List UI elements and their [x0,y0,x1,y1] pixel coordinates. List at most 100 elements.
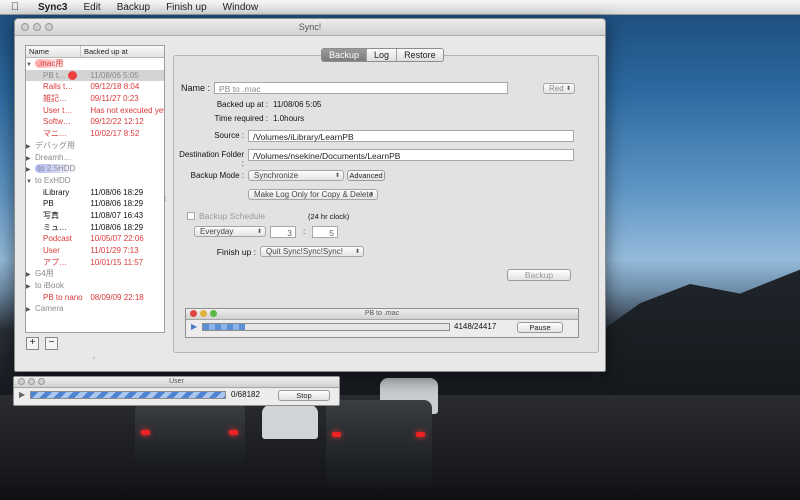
list-item-name: ▶ to 2.5HDD [26,163,164,175]
backup-button[interactable]: Backup [507,269,571,281]
list-item[interactable]: Podcast 10/05/07 22:06 [26,233,164,245]
list-item-date: 11/01/29 7:13 [90,246,139,255]
destination-field[interactable]: /Volumes/nsekine/Documents/LearnPB [248,149,574,161]
list-item-name: Rails t… [26,81,90,93]
list-group-row[interactable]: ▼ .mac用 [26,58,164,70]
tab-restore[interactable]: Restore [397,49,443,61]
list-group-row[interactable]: ▶ デバッグ用 [26,140,164,152]
list-item[interactable]: 写真 11/08/07 16:43 [26,210,164,222]
list-item-name: ▶ Dreamh… [26,152,164,164]
list-item-date: 10/05/07 22:06 [90,234,144,244]
menu-window[interactable]: Window [215,2,267,13]
finish-up-popup[interactable]: Quit Sync!Sync!Sync! ⬍ [260,246,364,257]
apple-menu-icon[interactable]:  [0,1,30,13]
add-item-button[interactable]: + [26,337,39,350]
list-item-label: マニ… [43,129,67,139]
window-titlebar[interactable]: Sync! [15,19,605,36]
list-item[interactable]: アプ… 10/01/15 11:57 [26,257,164,269]
close-progress-icon[interactable] [18,378,25,385]
zoom-progress-icon[interactable] [38,378,45,385]
tail-light [416,432,425,437]
remove-item-button[interactable]: − [45,337,58,350]
list-item[interactable]: 雑記… 09/11/27 0:23 [26,93,164,105]
list-group-row[interactable]: ▶ to iBook [26,280,164,292]
progress-bar [30,391,226,399]
list-item[interactable]: PB 11/08/06 18:29 [26,198,164,210]
menu-edit[interactable]: Edit [75,2,108,13]
disclosure-closed-icon[interactable]: ▶ [26,165,35,175]
schedule-popup[interactable]: Everyday ⬍ [194,226,266,237]
tab-backup[interactable]: Backup [322,49,368,61]
list-item[interactable]: Rails t… 09/12/18 8:04 [26,81,164,93]
column-header-backed-up-at[interactable]: Backed up at [81,46,128,57]
disclosure-closed-icon[interactable]: ▶ [26,270,35,280]
list-item-date: 11/08/06 5:05 [90,70,139,80]
disclosure-closed-icon[interactable]: ▶ [26,305,35,315]
menu-backup[interactable]: Backup [109,2,158,13]
play-icon[interactable]: ▶ [19,390,25,399]
list-item[interactable]: マニ… 10/02/17 8:52 [26,128,164,140]
list-item-name: アプ… [26,257,90,269]
list-item[interactable]: User 11/01/29 7:13 [26,245,164,257]
backup-schedule-label: Backup Schedule [199,211,266,221]
log-option-popup[interactable]: Make Log Only for Copy & Delete ⬍ [248,189,378,200]
progress-titlebar[interactable]: PB to .mac [186,309,578,320]
list-item-name: PB to nano [26,292,90,304]
minimize-progress-icon[interactable] [200,310,207,317]
list-item-label: デバッグ用 [35,140,75,150]
resize-handle-icon[interactable]: ⌟ [92,353,95,360]
list-group-row[interactable]: ▼ to ExHDD [26,175,164,187]
list-item[interactable]: PB t… 11/08/06 5:05 [26,69,164,82]
backup-list[interactable]: Name Backed up at ▼ .mac用 PB t… 11/08/06 5:… [25,45,165,333]
pause-button[interactable]: Pause [517,322,563,333]
menu-finish-up[interactable]: Finish up [158,2,215,13]
minimize-progress-icon[interactable] [28,378,35,385]
name-field[interactable]: PB to .mac [214,82,508,94]
play-icon[interactable]: ▶ [191,322,197,331]
list-group-row[interactable]: ▶ to 2.5HDD [26,163,164,175]
list-item[interactable]: ミュ… 11/08/06 18:29 [26,222,164,234]
list-item[interactable]: PB to nano 08/09/09 22:18 [26,292,164,304]
list-item-label: User t… [43,105,73,115]
hour-field[interactable]: 3 [270,226,296,238]
list-item-name: User [26,245,90,257]
list-item[interactable]: iLibrary 11/08/06 18:29 [26,187,164,199]
disclosure-closed-icon[interactable]: ▶ [26,154,35,164]
progress-titlebar[interactable]: User [14,377,339,388]
clock-label: (24 hr clock) [308,212,350,221]
list-group-row[interactable]: ▶ Dreamh… [26,152,164,164]
window-title: Sync! [298,22,322,32]
list-item-name: ▶ Camera [26,303,164,315]
advanced-button[interactable]: Advanced [347,170,385,181]
progress-title: User [169,378,184,385]
list-group-row[interactable]: ▶ Camera [26,303,164,315]
minimize-window-icon[interactable] [33,23,41,31]
menu-app[interactable]: Sync3 [30,2,75,13]
disclosure-open-icon[interactable]: ▼ [26,60,35,70]
disclosure-open-icon[interactable]: ▼ [26,177,35,187]
popup-arrows-icon: ⬍ [256,229,262,235]
list-item[interactable]: Softw… 09/12/22 12:12 [26,116,164,128]
zoom-window-icon[interactable] [45,23,53,31]
close-window-icon[interactable] [21,23,29,31]
backup-schedule-checkbox[interactable] [187,212,195,220]
list-item-date: 11/08/07 16:43 [90,210,144,220]
tab-log[interactable]: Log [367,49,398,61]
column-header-name[interactable]: Name [26,46,81,57]
disclosure-closed-icon[interactable]: ▶ [26,282,35,292]
disclosure-closed-icon[interactable]: ▶ [26,142,35,152]
list-group-row[interactable]: ▶ G4用 [26,268,164,280]
stop-button[interactable]: Stop [278,390,330,401]
splitter-handle-icon[interactable]: ⁝ [164,195,166,203]
source-field[interactable]: /Volumes/iLibrary/LearnPB [248,130,574,142]
list-item[interactable]: User t… Has not executed yet [26,105,164,117]
backup-mode-popup[interactable]: Synchronize ⬍ [248,170,344,181]
list-item-date: 11/08/06 18:29 [90,222,144,232]
list-item-label: iLibrary [43,187,70,197]
close-progress-icon[interactable] [190,310,197,317]
minute-field[interactable]: 5 [312,226,338,238]
zoom-progress-icon[interactable] [210,310,217,317]
list-item-name: 雑記… [26,93,90,105]
list-item-label: G4用 [35,269,54,279]
color-label-popup[interactable]: Red ⬍ [543,83,575,94]
